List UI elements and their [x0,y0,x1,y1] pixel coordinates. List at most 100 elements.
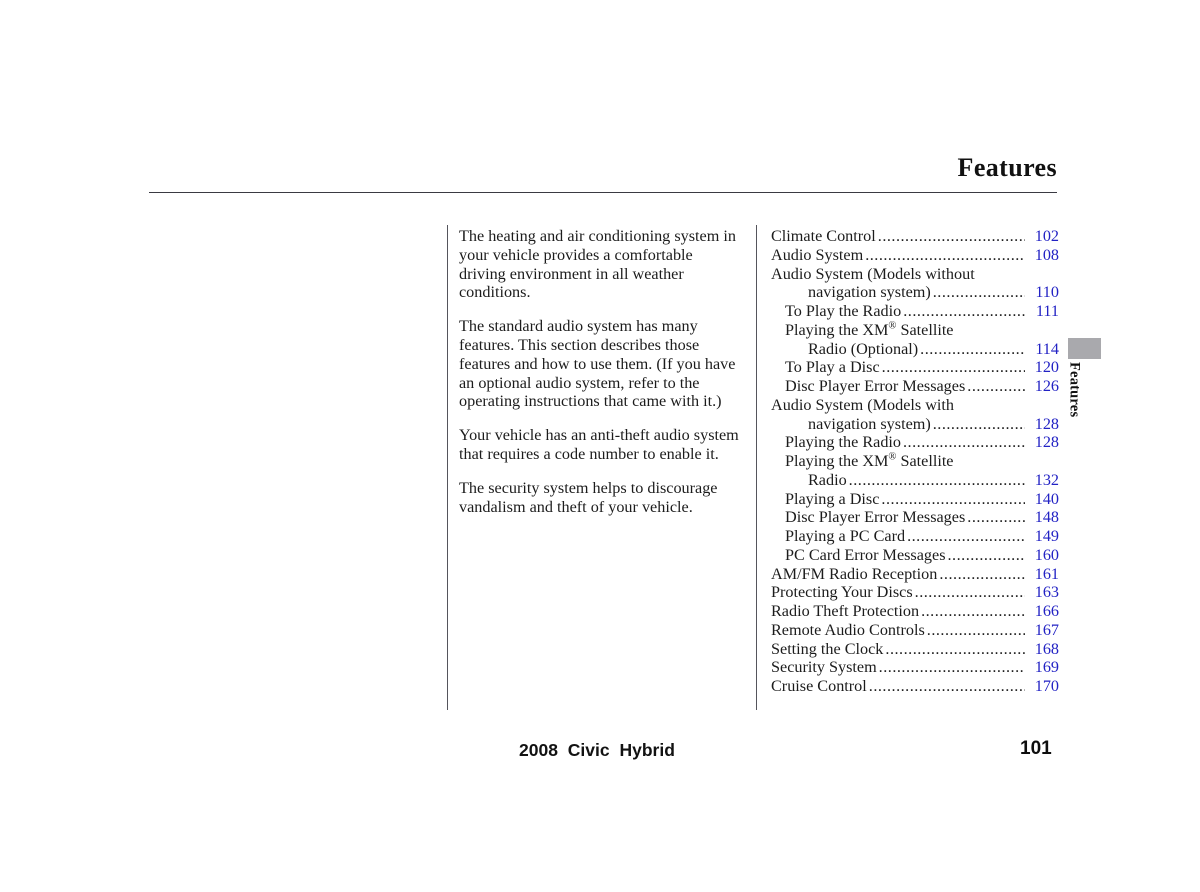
toc-leader-dots: ........................................… [848,470,1025,489]
intro-paragraph: The security system helps to discourage … [459,478,718,516]
toc-entry-label: Playing the XM® Satellite [785,451,954,470]
footer-page-number: 101 [1020,738,1052,759]
toc-entry[interactable]: Audio System ...........................… [771,246,1059,265]
toc-leader-dots: ........................................… [877,227,1025,245]
toc-entry[interactable]: Playing the XM® Satellite [785,321,1059,340]
toc-entry[interactable]: Remote Audio Controls...................… [771,621,1059,640]
column-divider-right [756,225,757,710]
header-divider-rule [149,192,1057,193]
toc-entry[interactable]: To Play the Radio ......................… [785,302,1059,321]
toc-entry[interactable]: Radio ..................................… [808,471,1059,490]
intro-paragraph: The standard audio system has many featu… [459,317,736,411]
toc-leader-dots: ........................................… [920,339,1025,358]
toc-entry-page-number: 149 [1034,527,1059,545]
toc-entry-page-number: 167 [1034,620,1059,639]
toc-entry-page-number: 140 [1034,489,1059,508]
toc-entry-label: Playing a Disc [785,489,880,508]
footer-model-name: 2008 Civic Hybrid [519,740,675,760]
toc-leader-dots: ........................................… [868,677,1025,695]
toc-entry-page-number: 160 [1034,545,1059,564]
toc-entry-page-number: 128 [1034,414,1059,433]
toc-leader-dots: ........................................… [932,414,1025,433]
toc-entry-label: navigation system) [808,283,931,302]
toc-entry-page-number: 170 [1034,677,1059,695]
toc-entry-page-number: 168 [1034,639,1059,658]
toc-entry[interactable]: Playing a PC Card.......................… [785,527,1059,546]
toc-entry[interactable]: To Play a Disc .........................… [785,358,1059,377]
toc-entry-page-number: 108 [1034,245,1059,264]
toc-entry[interactable]: Playing the Radio.......................… [785,433,1059,452]
toc-entry[interactable]: Radio (Optional) .......................… [808,340,1059,359]
toc-entry-label: Radio [808,470,847,489]
toc-entry-page-number: 132 [1034,470,1059,489]
toc-entry[interactable]: Disc Player Error Messages .............… [785,377,1059,396]
toc-entry[interactable]: navigation system) .....................… [808,283,1059,302]
toc-leader-dots: ........................................… [921,602,1025,620]
toc-entry-label: Playing the XM® Satellite [785,320,954,339]
page-title: Features [957,153,1057,182]
toc-entry[interactable]: Cruise Control..........................… [771,677,1059,696]
toc-entry-page-number: 102 [1034,227,1059,245]
toc-entry-label: AM/FM Radio Reception [771,564,938,583]
toc-entry-label: Audio System (Models without [771,264,975,283]
toc-entry[interactable]: Protecting Your Discs...................… [771,583,1059,602]
toc-entry-label: Cruise Control [771,677,867,695]
toc-leader-dots: ........................................… [947,545,1026,564]
toc-entry-page-number: 163 [1034,583,1059,602]
toc-entry[interactable]: Audio System (Models with [771,396,1059,415]
toc-leader-dots: ........................................… [878,658,1025,677]
intro-paragraph: The heating and air conditioning system … [459,227,736,302]
toc-entry-label: To Play the Radio [785,302,902,320]
toc-leader-dots: ........................................… [907,527,1025,545]
toc-entry[interactable]: Climate Control.........................… [771,227,1059,246]
toc-entry-label: Climate Control [771,227,876,245]
toc-entry-label: To Play a Disc [785,358,880,377]
table-of-contents: Climate Control.........................… [771,227,1059,696]
toc-entry[interactable]: Security System ........................… [771,658,1059,677]
toc-entry-label: Security System [771,658,877,677]
toc-entry[interactable]: Playing the XM® Satellite [785,452,1059,471]
toc-entry[interactable]: Playing a Disc..........................… [785,490,1059,509]
toc-leader-dots: ........................................… [932,283,1025,302]
toc-leader-dots: ........................................… [926,620,1025,639]
toc-entry-page-number: 166 [1034,602,1059,620]
toc-entry[interactable]: navigation system) .....................… [808,415,1059,434]
toc-leader-dots: ........................................… [967,508,1025,527]
toc-entry-page-number: 148 [1034,508,1059,527]
toc-entry-label: Disc Player Error Messages [785,377,966,395]
toc-entry-label: Audio System [771,245,864,264]
toc-entry-page-number: 169 [1034,658,1059,677]
toc-leader-dots: ........................................… [903,302,1025,320]
column-divider-left [447,225,448,710]
toc-entry[interactable]: Setting the Clock ......................… [771,640,1059,659]
toc-entry-page-number: 114 [1035,339,1059,358]
toc-entry-label: Audio System (Models with [771,395,955,414]
toc-entry-label: Disc Player Error Messages [785,508,966,527]
toc-entry-label: Playing a PC Card [785,527,906,545]
toc-entry-page-number: 120 [1034,358,1059,377]
toc-entry-label: Radio (Optional) [808,339,919,358]
toc-entry-label: Setting the Clock [771,639,884,658]
toc-entry[interactable]: Disc Player Error Messages .............… [785,508,1059,527]
toc-entry-label: Radio Theft Protection [771,602,920,620]
toc-entry-page-number: 128 [1034,433,1059,452]
toc-leader-dots: ........................................… [885,639,1025,658]
registered-trademark-icon: ® [888,451,897,463]
toc-entry[interactable]: Audio System (Models without [771,265,1059,284]
toc-leader-dots: ........................................… [914,583,1025,602]
section-tab-label-text: Features [1066,362,1083,418]
toc-entry[interactable]: PC Card Error Messages .................… [785,546,1059,565]
toc-entry-label: Remote Audio Controls [771,620,925,639]
registered-trademark-icon: ® [888,320,897,332]
toc-leader-dots: ........................................… [903,433,1025,452]
toc-leader-dots: ........................................… [881,489,1025,508]
section-tab-label: Features [1063,362,1085,432]
intro-paragraph: Your vehicle has an anti-theft audio sys… [459,426,739,463]
toc-entry-page-number: 126 [1034,377,1059,395]
toc-entry[interactable]: Radio Theft Protection..................… [771,602,1059,621]
toc-leader-dots: ........................................… [881,358,1025,377]
toc-entry-page-number: 110 [1035,283,1059,302]
manual-page: Features The heating and air conditionin… [0,0,1200,892]
toc-entry[interactable]: AM/FM Radio Reception...................… [771,565,1059,584]
toc-entry-label: navigation system) [808,414,931,433]
